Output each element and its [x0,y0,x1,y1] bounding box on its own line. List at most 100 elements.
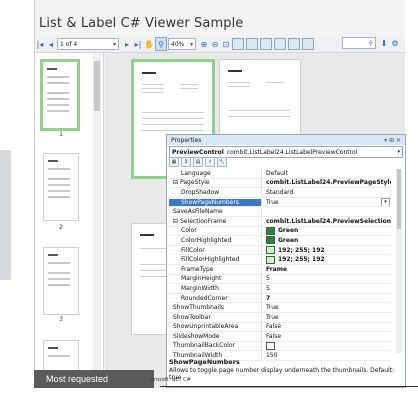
collapse-icon[interactable]: ⊟ [173,218,178,225]
property-value[interactable]: Default [261,169,391,178]
property-row[interactable]: MarginHeight 5 [169,274,391,285]
settings-button[interactable] [288,38,300,50]
prev-page-icon: ◂ [48,39,53,49]
zoom-selector[interactable]: 40% ▾ [168,38,196,50]
property-value[interactable]: 5 [261,274,391,284]
options-button[interactable]: ⚙ [390,37,400,49]
property-name-text: ShowUnprintableArea [173,323,239,331]
send-button[interactable] [260,38,272,50]
first-page-button[interactable]: |◂ [35,38,45,50]
property-value[interactable]: Green [261,226,391,236]
property-value[interactable]: Green [261,236,391,245]
property-row[interactable]: SlideshowMode False [169,332,391,342]
property-value-text: 7 [266,294,271,302]
search-tools: ⚲ ⬇ ⚙ [342,37,401,49]
collapse-icon[interactable]: ⊟ [173,179,178,186]
property-value[interactable] [261,341,391,351]
hand-icon: ✋ [144,39,154,49]
most-requested-badge: Most requested [34,370,154,388]
property-row[interactable]: ShowThumbnails True [169,303,391,313]
preview-page-2[interactable] [219,59,301,137]
badge-label: Most requested [46,374,109,384]
thumbnail-scrollbar[interactable] [93,53,101,388]
export-button[interactable] [246,38,258,50]
next-page-button[interactable]: ▸ [122,38,132,50]
divider-line [160,386,418,387]
property-name-text: MarginWidth [181,284,219,292]
property-value[interactable]: False [261,332,391,341]
property-value-text: combit.ListLabel24.PreviewPageStyle [266,179,391,187]
property-name: ShowPageNumbers [169,198,261,206]
property-row[interactable]: RoundedCorner 7 [169,293,391,304]
property-row[interactable]: ShowToolbar True [169,312,391,323]
property-row[interactable]: FrameType Frame [169,264,391,275]
thumbnail-page-2[interactable] [43,153,79,221]
dropdown-icon[interactable]: ▾ [381,197,390,207]
property-row[interactable]: ThumbnailBackColor [169,341,391,352]
print-button[interactable] [232,38,244,50]
slideshow-button[interactable] [274,38,286,50]
property-value[interactable] [261,207,391,216]
property-row[interactable]: ShowPageNumbers True ▾ [169,197,391,208]
fit-page-button[interactable]: ⊡ [221,38,231,50]
property-value[interactable]: Standard [261,188,391,197]
zoom-tool-button[interactable]: ⚲ [155,37,167,51]
search-next-button[interactable]: ⬇ [379,37,389,49]
property-row[interactable]: FillColorHighlighted 192; 255; 192 [169,255,391,265]
property-value[interactable]: True [261,312,391,322]
property-row[interactable]: SaveAsFileName [169,207,391,217]
object-selector-type: PreviewControl [172,148,224,156]
property-name-text: SlideshowMode [173,332,220,340]
property-value[interactable]: Frame [261,264,391,274]
close-preview-button[interactable] [302,38,314,50]
first-page-icon: |◂ [36,39,44,49]
zoom-out-button[interactable]: ⊖ [210,38,220,50]
property-value-text: False [266,323,282,331]
categorized-icon[interactable]: ▦ [169,157,179,167]
property-row[interactable]: ⊟ PageStyle combit.ListLabel24.PreviewPage… [169,178,391,189]
alphabetical-icon[interactable]: ↕ [181,157,191,167]
property-name: ThumbnailBackColor [169,342,261,349]
property-value[interactable]: True [261,303,391,312]
property-name-text: ShowPageNumbers [181,198,239,206]
property-value[interactable]: 192; 255; 192 [261,245,391,255]
property-row[interactable]: ColorHighlighted Green [169,236,391,246]
property-value[interactable]: True ▾ [261,197,391,207]
property-name-text: ThumbnailBackColor [173,342,235,350]
page-selector[interactable]: 1 of 4 ▾ [57,38,119,50]
last-page-button[interactable]: ▸| [133,38,143,50]
property-value[interactable]: 7 [261,293,391,303]
property-value[interactable]: False [261,322,391,332]
hand-tool-button[interactable]: ✋ [144,38,154,50]
scrollbar-thumb[interactable] [94,61,100,111]
property-value[interactable]: combit.ListLabel24.PreviewPageStyle [261,178,391,188]
thumbnail-page-1[interactable] [40,59,80,131]
property-grid-scrollbar[interactable] [396,169,402,353]
property-value[interactable]: 5 [261,284,391,293]
property-value[interactable]: 192; 255; 192 [261,255,391,264]
property-row[interactable]: DropShadow Standard [169,188,391,198]
search-icon: ⚲ [368,39,373,47]
property-row[interactable]: ShowUnprintableArea False [169,322,391,333]
property-row[interactable]: Color Green [169,226,391,237]
property-value[interactable]: combit.ListLabel24.PreviewSelectionFrame [261,216,391,226]
property-name-text: FillColorHighlighted [181,256,240,264]
property-row[interactable]: Language Default [169,169,391,179]
window-controls-icon[interactable]: ▾ ⊞ ✕ [384,137,401,144]
events-icon[interactable]: ⚡ [205,157,215,167]
property-row[interactable]: MarginWidth 5 [169,284,391,294]
page-fit-icon: ⊡ [222,39,230,49]
properties-title: Properties [171,136,202,144]
zoom-in-button[interactable]: ⊕ [199,38,209,50]
properties-icon[interactable]: ▤ [193,157,203,167]
window-title: List & Label C# Viewer Sample [39,16,244,31]
property-grid: Language Default ⊟ PageStyle combit.ListLabe… [169,169,391,361]
scrollbar-thumb[interactable] [397,169,401,229]
thumbnail-page-3[interactable] [43,247,79,315]
search-box[interactable]: ⚲ [342,37,376,49]
prev-page-button[interactable]: ◂ [46,38,56,50]
property-row[interactable]: FillColor 192; 255; 192 [169,245,391,256]
property-row[interactable]: ⊟ SelectionFrame combit.ListLabel24.Previe… [169,216,391,227]
property-pages-icon[interactable]: 🔧 [217,157,227,167]
property-name: FrameType [169,266,261,273]
